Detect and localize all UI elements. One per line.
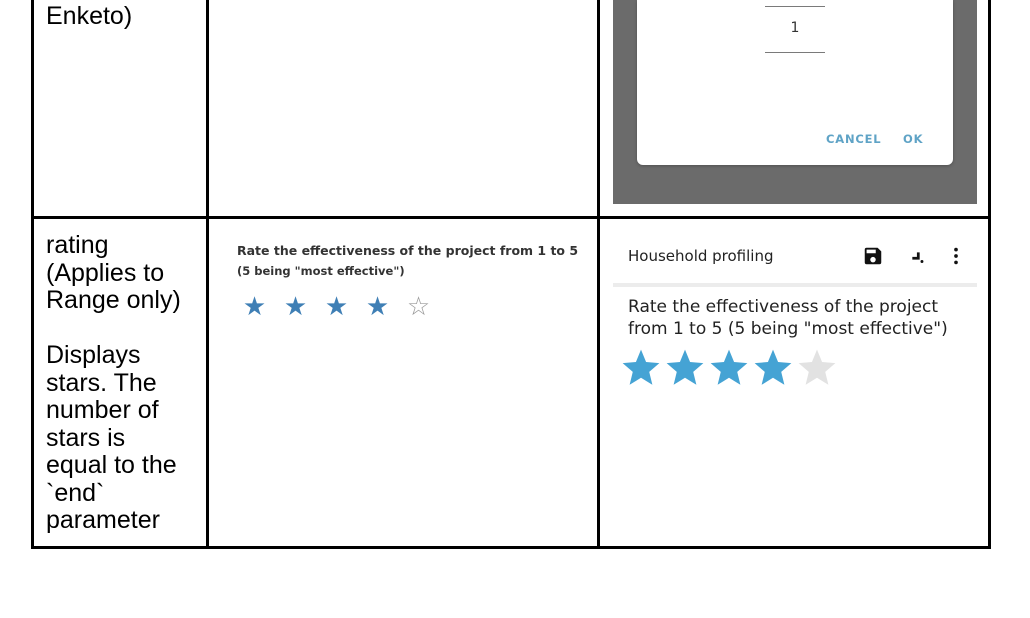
picker-divider-bottom bbox=[765, 52, 825, 53]
description-line-6: `end` bbox=[46, 478, 105, 507]
form-title: Household profiling bbox=[628, 247, 774, 265]
table-border-left bbox=[31, 0, 34, 549]
collect-question-line-2: from 1 to 5 (5 being "most effective") bbox=[628, 319, 948, 339]
star-filled-icon[interactable]: ★ bbox=[281, 290, 310, 322]
star-filled-icon[interactable] bbox=[752, 347, 794, 389]
star-filled-icon[interactable]: ★ bbox=[363, 290, 392, 322]
table-row-divider bbox=[31, 216, 991, 219]
star-empty-icon[interactable] bbox=[796, 347, 838, 389]
description-line-4: stars is bbox=[46, 423, 126, 452]
appearance-name: rating bbox=[46, 231, 109, 259]
row1-type-text: Enketo) bbox=[46, 2, 133, 31]
more-vertical-icon[interactable] bbox=[945, 245, 967, 267]
cancel-button[interactable]: CANCEL bbox=[826, 132, 881, 146]
appearance-note-2: Range only) bbox=[46, 286, 181, 314]
enketo-question-label: Rate the effectiveness of the project fr… bbox=[237, 240, 582, 282]
enketo-label-line-1: Rate the effectiveness of the project fr… bbox=[237, 243, 579, 258]
row1-type-tail: Enketo) bbox=[46, 2, 133, 30]
table-divider-col2 bbox=[597, 0, 600, 549]
appearance-note-1: (Applies to bbox=[46, 258, 165, 287]
collect-app-bar: Household profiling bbox=[613, 237, 977, 287]
picker-value[interactable]: 1 bbox=[765, 20, 825, 36]
collect-star-rating[interactable] bbox=[620, 347, 838, 389]
collect-question-label: Rate the effectiveness of the project fr… bbox=[628, 296, 968, 340]
table-border-right bbox=[988, 0, 991, 549]
enketo-label-line-2: (5 being "most effective") bbox=[237, 264, 405, 278]
star-filled-icon[interactable]: ★ bbox=[322, 290, 351, 322]
ok-button[interactable]: OK bbox=[903, 132, 923, 146]
description-line-1: Displays bbox=[46, 341, 141, 369]
description-line-3: number of bbox=[46, 396, 159, 424]
row2-type-text: rating (Applies to Range only) Displays … bbox=[46, 231, 181, 535]
description-line-2: stars. The bbox=[46, 368, 157, 397]
table-divider-col1 bbox=[206, 0, 209, 549]
save-icon[interactable] bbox=[862, 245, 884, 267]
description-line-7: parameter bbox=[46, 506, 160, 534]
description-line-5: equal to the bbox=[46, 451, 177, 479]
star-filled-icon[interactable]: ★ bbox=[240, 290, 269, 322]
star-filled-icon[interactable] bbox=[620, 347, 662, 389]
table-border-bottom bbox=[31, 546, 991, 549]
star-filled-icon[interactable] bbox=[708, 347, 750, 389]
star-empty-icon[interactable]: ☆ bbox=[404, 290, 433, 322]
picker-divider-top bbox=[765, 6, 825, 7]
star-filled-icon[interactable] bbox=[664, 347, 706, 389]
enketo-star-rating[interactable]: ★ ★ ★ ★ ☆ bbox=[240, 290, 433, 322]
collect-question-line-1: Rate the effectiveness of the project bbox=[628, 297, 939, 317]
go-to-arrow-icon[interactable] bbox=[905, 245, 927, 267]
